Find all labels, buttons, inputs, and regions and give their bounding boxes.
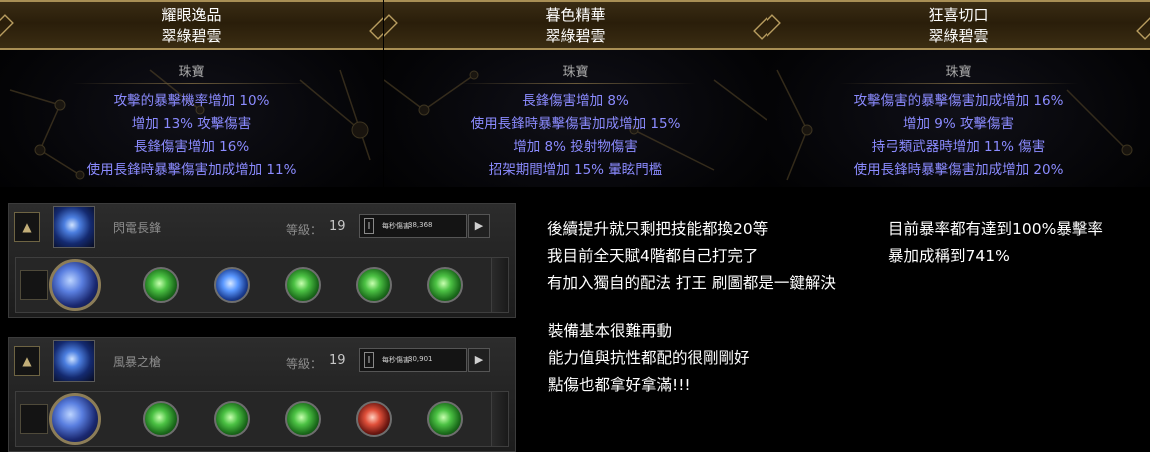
comment-block-2: 裝備基本很難再動 能力值與抗性都配的很剛剛好 點傷也都拿好拿滿!!! — [548, 318, 750, 399]
jewel-mod: 使用長鋒時暴擊傷害加成增加 20% — [853, 162, 1064, 178]
gem-bar-handle[interactable] — [20, 404, 48, 434]
expand-arrow-icon[interactable]: ▶ — [468, 214, 490, 238]
lock-icon[interactable]: ▲ — [14, 346, 40, 376]
jewel-header: 狂喜切口 翠綠碧雲 — [767, 0, 1150, 50]
comment-line: 能力值與抗性都配的很剛剛好 — [548, 349, 750, 367]
support-gem-icon[interactable] — [356, 267, 392, 303]
jewel-tooltip-2: 暮色精華 翠綠碧雲 珠寶 長鋒傷害增加 8% 使用長鋒時暴擊傷害加成增加 15%… — [384, 0, 767, 187]
support-gem-icon[interactable] — [143, 401, 179, 437]
support-gem-icon[interactable] — [427, 401, 463, 437]
jewel-mod: 增加 13% 攻擊傷害 — [131, 116, 252, 132]
skill-level-label: 等級： — [286, 223, 323, 237]
comment-line: 我目前全天賦4階都自己打完了 — [547, 247, 759, 265]
support-gem-icon[interactable] — [214, 267, 250, 303]
jewel-mod: 使用長鋒時暴擊傷害加成增加 15% — [470, 116, 681, 132]
jewel-mod: 攻擊傷害的暴擊傷害加成增加 16% — [853, 93, 1064, 109]
dps-readout: I 每秒傷害: 38,368 ▶ — [359, 214, 490, 238]
support-gem-icon[interactable] — [143, 267, 179, 303]
skill-name: 閃電長鋒 — [113, 221, 162, 235]
jewel-mod: 增加 9% 攻擊傷害 — [903, 116, 1014, 132]
support-gem-icon[interactable] — [356, 401, 392, 437]
jewel-name: 耀眼逸品 — [161, 6, 222, 24]
dps-value: 38,368 — [408, 221, 433, 229]
comment-line: 有加入獨自的配法 打王 刷圖都是一鍵解決 — [547, 274, 836, 292]
support-gem-icon[interactable] — [427, 267, 463, 303]
jewel-mod: 攻擊的暴擊機率增加 10% — [113, 93, 270, 109]
skill-panel-2: ▲ 風暴之槍 等級： 19 I 每秒傷害: 30,901 ▶ — [8, 337, 516, 452]
jewel-item-class: 珠寶 — [0, 61, 383, 84]
skill-name: 風暴之槍 — [113, 355, 162, 369]
jewel-item-class: 珠寶 — [384, 61, 767, 84]
dps-value: 30,901 — [408, 355, 433, 363]
dps-readout: I 每秒傷害: 30,901 ▶ — [359, 348, 490, 372]
dps-bar-icon: I — [364, 352, 374, 368]
gem-bar-handle[interactable] — [20, 270, 48, 300]
comment-block-3: 目前暴率都有達到100%暴擊率 暴加成稱到741% — [888, 216, 1103, 270]
jewel-mod: 招架期間增加 15% 暈眩門檻 — [488, 162, 663, 178]
main-skill-gem-icon[interactable] — [49, 393, 101, 445]
jewel-mod-list: 攻擊的暴擊機率增加 10% 增加 13% 攻擊傷害 長鋒傷害增加 16% 使用長… — [0, 90, 383, 182]
comment-line: 點傷也都拿好拿滿!!! — [548, 376, 691, 394]
jewel-base-type: 翠綠碧雲 — [928, 27, 989, 45]
skill-level-label: 等級： — [286, 357, 323, 371]
lightning-spear-skill-icon[interactable] — [53, 206, 95, 248]
jewel-base-type: 翠綠碧雲 — [161, 27, 222, 45]
jewel-header: 耀眼逸品 翠綠碧雲 — [0, 0, 383, 50]
lock-icon[interactable]: ▲ — [14, 212, 40, 242]
skill-header-row: ▲ 風暴之槍 等級： 19 I 每秒傷害: 30,901 ▶ — [9, 338, 515, 384]
skill-header-row: ▲ 閃電長鋒 等級： 19 I 每秒傷害: 38,368 ▶ — [9, 204, 515, 250]
storm-lance-skill-icon[interactable] — [53, 340, 95, 382]
comment-line: 裝備基本很難再動 — [548, 322, 673, 340]
jewel-mod: 長鋒傷害增加 8% — [522, 93, 629, 109]
jewel-name: 暮色精華 — [545, 6, 606, 24]
jewel-mod: 長鋒傷害增加 16% — [133, 139, 250, 155]
gem-socket-bar — [15, 391, 509, 447]
expand-arrow-icon[interactable]: ▶ — [468, 348, 490, 372]
skill-level-value: 19 — [329, 219, 346, 234]
jewel-mod-list: 攻擊傷害的暴擊傷害加成增加 16% 增加 9% 攻擊傷害 持弓類武器時增加 11… — [767, 90, 1150, 182]
support-gem-icon[interactable] — [214, 401, 250, 437]
gem-socket-bar — [15, 257, 509, 313]
comment-line: 暴加成稱到741% — [888, 247, 1010, 265]
jewel-header: 暮色精華 翠綠碧雲 — [384, 0, 767, 50]
skill-panel-1: ▲ 閃電長鋒 等級： 19 I 每秒傷害: 38,368 ▶ — [8, 203, 516, 318]
gem-bar-end-cap — [491, 258, 508, 312]
comment-line: 目前暴率都有達到100%暴擊率 — [888, 220, 1103, 238]
jewel-item-class: 珠寶 — [767, 61, 1150, 84]
jewel-tooltip-3: 狂喜切口 翠綠碧雲 珠寶 攻擊傷害的暴擊傷害加成增加 16% 增加 9% 攻擊傷… — [767, 0, 1150, 187]
comment-line: 後續提升就只剩把技能都換20等 — [547, 220, 769, 238]
jewel-name: 狂喜切口 — [928, 6, 989, 24]
support-gem-icon[interactable] — [285, 401, 321, 437]
gem-bar-end-cap — [491, 392, 508, 446]
jewel-mod: 使用長鋒時暴擊傷害加成增加 11% — [86, 162, 297, 178]
jewel-mod: 增加 8% 投射物傷害 — [513, 139, 638, 155]
main-skill-gem-icon[interactable] — [49, 259, 101, 311]
jewel-tooltip-1: 耀眼逸品 翠綠碧雲 珠寶 攻擊的暴擊機率增加 10% 增加 13% 攻擊傷害 長… — [0, 0, 383, 187]
jewel-mod: 持弓類武器時增加 11% 傷害 — [871, 139, 1046, 155]
dps-bar-icon: I — [364, 218, 374, 234]
skill-level-value: 19 — [329, 353, 346, 368]
jewel-base-type: 翠綠碧雲 — [545, 27, 606, 45]
jewel-mod-list: 長鋒傷害增加 8% 使用長鋒時暴擊傷害加成增加 15% 增加 8% 投射物傷害 … — [384, 90, 767, 182]
support-gem-icon[interactable] — [285, 267, 321, 303]
comment-block-1: 後續提升就只剩把技能都換20等 我目前全天賦4階都自己打完了 有加入獨自的配法 … — [547, 216, 836, 297]
